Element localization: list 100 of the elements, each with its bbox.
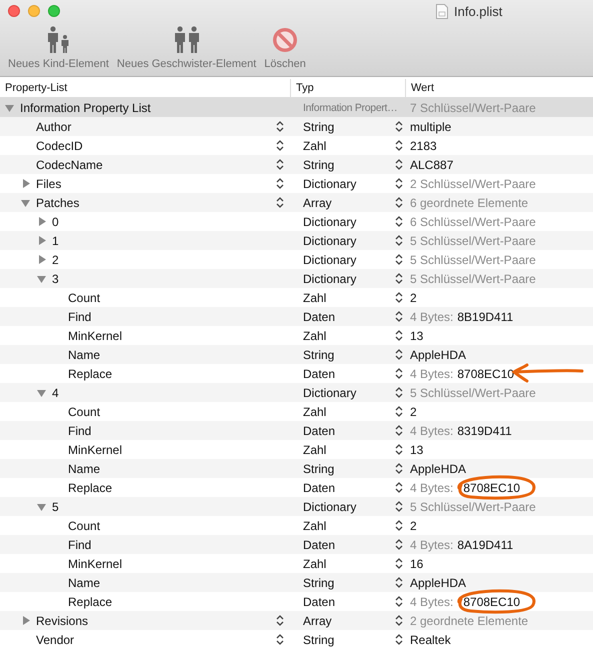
- stepper-icon[interactable]: [395, 481, 403, 494]
- stepper-icon[interactable]: [276, 139, 284, 152]
- key-text: Files: [36, 176, 62, 190]
- stepper-icon[interactable]: [395, 614, 403, 627]
- stepper-icon[interactable]: [276, 196, 284, 209]
- value-text: 6 geordnete Elemente: [410, 196, 528, 210]
- table-row[interactable]: Name String AppleHDA: [0, 345, 593, 364]
- value-text: 13: [410, 442, 424, 456]
- byte-count-text: 4 Bytes:: [410, 424, 454, 438]
- stepper-icon[interactable]: [395, 500, 403, 513]
- stepper-icon[interactable]: [276, 158, 284, 171]
- key-text: Replace: [68, 594, 112, 608]
- toolbar-button[interactable]: Neues Kind-Element: [6, 26, 111, 70]
- value-text: 5 Schlüssel/Wert-Paare: [410, 252, 536, 266]
- column-header[interactable]: Typ: [290, 79, 405, 97]
- stepper-icon[interactable]: [395, 348, 403, 361]
- table-row[interactable]: Revisions Array 2 geordnete Elemente: [0, 611, 593, 630]
- value-text: AppleHDA: [410, 462, 466, 476]
- type-text: Array: [303, 614, 332, 628]
- type-text: Zahl: [303, 442, 326, 456]
- table-row[interactable]: Name String AppleHDA: [0, 573, 593, 592]
- stepper-icon[interactable]: [395, 443, 403, 456]
- type-text: Daten: [303, 424, 336, 438]
- value-text: 5 Schlüssel/Wert-Paare: [410, 386, 536, 400]
- table-row[interactable]: Find Daten 4 Bytes: 8A19D411: [0, 535, 593, 554]
- stepper-icon[interactable]: [395, 120, 403, 133]
- key-text: Find: [68, 538, 92, 552]
- collapsed-triangle-icon[interactable]: [20, 178, 32, 190]
- toolbar-button[interactable]: Neues Geschwister-Element: [114, 26, 258, 70]
- column-header[interactable]: Wert: [405, 79, 593, 97]
- stepper-icon[interactable]: [395, 253, 403, 266]
- table-row[interactable]: Author String multiple: [0, 117, 593, 136]
- stepper-icon[interactable]: [395, 139, 403, 152]
- close-button[interactable]: [8, 5, 20, 17]
- stepper-icon[interactable]: [395, 215, 403, 228]
- stepper-icon[interactable]: [395, 519, 403, 532]
- value-text: 8708EC10: [463, 480, 520, 494]
- table-row[interactable]: Information Property List Information Propert… 7 Schlüssel/Wert-Paare: [0, 98, 593, 117]
- type-text: Zahl: [303, 556, 326, 570]
- stepper-icon[interactable]: [395, 462, 403, 475]
- stepper-icon[interactable]: [395, 538, 403, 551]
- collapsed-triangle-icon[interactable]: [36, 216, 48, 228]
- stepper-icon[interactable]: [395, 234, 403, 247]
- type-text: Zahl: [303, 138, 326, 152]
- type-text: Dictionary: [303, 234, 356, 248]
- type-text: Dictionary: [303, 214, 356, 228]
- type-text: Daten: [303, 310, 336, 324]
- type-text: Dictionary: [303, 386, 356, 400]
- toolbar-button[interactable]: Löschen: [262, 26, 308, 70]
- collapsed-triangle-icon[interactable]: [20, 614, 32, 626]
- collapsed-triangle-icon[interactable]: [36, 254, 48, 266]
- table-row[interactable]: Find Daten 4 Bytes: 8B19D411: [0, 307, 593, 326]
- table-row[interactable]: 5 Dictionary 5 Schlüssel/Wert-Paare: [0, 497, 593, 516]
- table-row[interactable]: Patches Array 6 geordnete Elemente: [0, 193, 593, 212]
- stepper-icon[interactable]: [276, 120, 284, 133]
- stepper-icon[interactable]: [276, 614, 284, 627]
- type-text: String: [303, 158, 334, 172]
- stepper-icon[interactable]: [395, 633, 403, 646]
- key-text: Patches: [36, 196, 80, 210]
- stepper-icon[interactable]: [395, 177, 403, 190]
- stepper-icon[interactable]: [395, 424, 403, 437]
- stepper-icon[interactable]: [395, 557, 403, 570]
- key-text: Count: [68, 404, 100, 418]
- type-text: Daten: [303, 480, 336, 494]
- column-header[interactable]: Property-List: [0, 79, 290, 97]
- table-row[interactable]: Name String AppleHDA: [0, 459, 593, 478]
- stepper-icon[interactable]: [395, 272, 403, 285]
- value-text: 2 geordnete Elemente: [410, 614, 528, 628]
- key-text: Find: [68, 310, 92, 324]
- byte-count-text: 4 Bytes:: [410, 480, 454, 494]
- byte-count-text: 4 Bytes:: [410, 310, 454, 324]
- type-text: String: [303, 348, 334, 362]
- key-text: MinKernel: [68, 556, 122, 570]
- collapsed-triangle-icon[interactable]: [36, 234, 48, 246]
- stepper-icon[interactable]: [395, 405, 403, 418]
- stepper-icon[interactable]: [276, 177, 284, 190]
- stepper-icon[interactable]: [395, 310, 403, 323]
- stepper-icon[interactable]: [395, 329, 403, 342]
- type-text: Dictionary: [303, 500, 356, 514]
- table-row[interactable]: 3 Dictionary 5 Schlüssel/Wert-Paare: [0, 269, 593, 288]
- table-row[interactable]: 4 Dictionary 5 Schlüssel/Wert-Paare: [0, 383, 593, 402]
- table-row[interactable]: 1 Dictionary 5 Schlüssel/Wert-Paare: [0, 231, 593, 250]
- stepper-icon[interactable]: [395, 367, 403, 380]
- stepper-icon[interactable]: [395, 576, 403, 589]
- value-text: 8A19D411: [457, 538, 514, 552]
- stepper-icon[interactable]: [395, 158, 403, 171]
- byte-count-text: 4 Bytes:: [410, 538, 454, 552]
- type-text: Dictionary: [303, 176, 356, 190]
- stepper-icon[interactable]: [395, 291, 403, 304]
- value-text: 16: [410, 556, 424, 570]
- stepper-icon[interactable]: [395, 196, 403, 209]
- table-row[interactable]: CodecName String ALC887: [0, 155, 593, 174]
- window-title: Info.plist: [454, 4, 502, 18]
- parent-child-icon: [45, 26, 72, 54]
- stepper-icon[interactable]: [395, 595, 403, 608]
- stepper-icon[interactable]: [395, 386, 403, 399]
- stepper-icon[interactable]: [276, 633, 284, 646]
- table-row[interactable]: Find Daten 4 Bytes: 8319D411: [0, 421, 593, 440]
- key-text: Find: [68, 424, 92, 438]
- value-text: AppleHDA: [410, 348, 466, 362]
